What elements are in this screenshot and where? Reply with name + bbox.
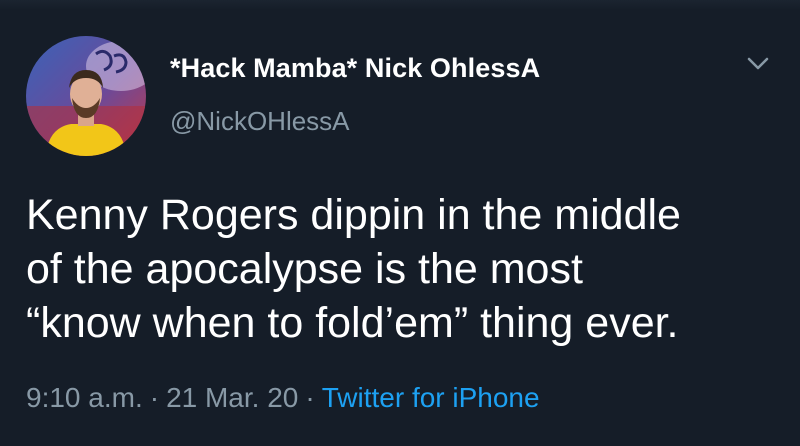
meta-separator: ·	[305, 382, 315, 413]
tweet-text: Kenny Rogers dippin in the middle of the…	[26, 191, 681, 347]
tweet-meta: 9:10 a.m. · 21 Mar. 20 · Twitter for iPhone	[26, 382, 540, 414]
avatar[interactable]	[26, 36, 146, 156]
author-display-name[interactable]: *Hack Mamba* Nick OhlessA	[170, 53, 540, 84]
tweet-source-link[interactable]: Twitter for iPhone	[322, 382, 540, 413]
chevron-down-icon[interactable]	[743, 52, 773, 76]
tweet-card: *Hack Mamba* Nick OhlessA @NickOHlessA K…	[0, 0, 800, 446]
tweet-date[interactable]: 21 Mar. 20	[166, 382, 298, 413]
meta-separator: ·	[149, 382, 160, 413]
top-divider	[0, 0, 800, 10]
tweet-time[interactable]: 9:10 a.m.	[26, 382, 143, 413]
avatar-photo	[26, 36, 146, 156]
author-handle[interactable]: @NickOHlessA	[170, 106, 350, 137]
